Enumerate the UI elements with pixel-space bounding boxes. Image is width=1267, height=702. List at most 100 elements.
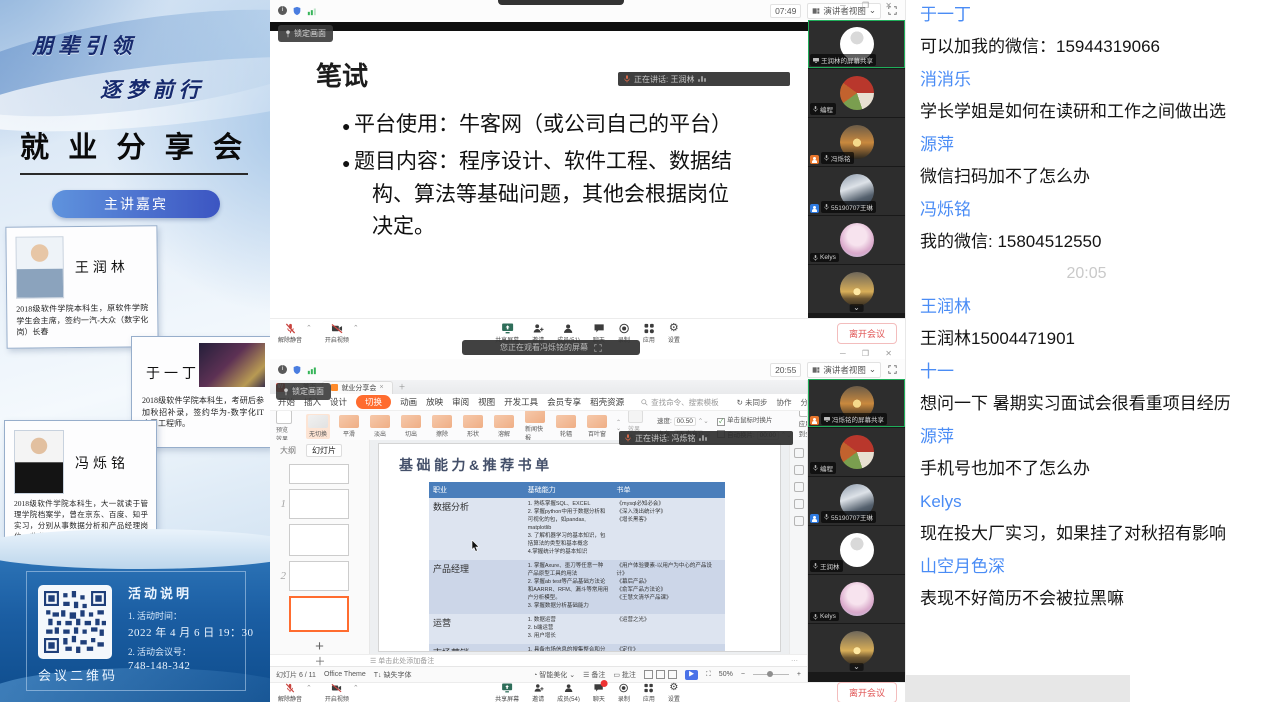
apps-button[interactable]: 应用 (643, 683, 655, 702)
participant-tile[interactable]: 55190707王琳 (808, 167, 905, 215)
view-mode-selector[interactable]: 演讲者视图⌄ (807, 362, 881, 378)
chevron-up-icon[interactable]: ⌃ (306, 324, 312, 332)
transition-shape[interactable]: 形状 (461, 414, 485, 439)
tab-animation[interactable]: 动画 (400, 396, 417, 408)
collapse-strip-icon[interactable]: ⌄ (849, 304, 864, 312)
participant-tile[interactable]: ⌄ (808, 624, 905, 672)
chevron-up-icon[interactable]: ⌃ (353, 684, 359, 692)
meeting-info-icon[interactable]: i (278, 6, 287, 15)
pin-view-chip[interactable]: 锁定画面 (276, 383, 331, 400)
tab-review[interactable]: 审阅 (452, 396, 469, 408)
notes-toggle[interactable]: ☰ 备注 (583, 670, 605, 680)
side-tool-icon[interactable] (794, 448, 804, 458)
zoom-level[interactable]: 50% (719, 671, 733, 678)
tab-slideshow[interactable]: 放映 (426, 396, 443, 408)
side-tool-icon[interactable] (794, 465, 804, 475)
new-tab-button[interactable]: ＋ (399, 382, 406, 392)
pin-view-chip[interactable]: 锁定画面 (278, 25, 333, 42)
unmute-button[interactable]: 解除静音 (278, 323, 302, 344)
zoom-in-button[interactable]: + (797, 671, 801, 678)
speed-input[interactable]: 00.50 (674, 417, 696, 426)
tab-design[interactable]: 设计 (330, 396, 347, 408)
settings-button[interactable]: ⚙ 设置 (668, 323, 680, 344)
tab-docer[interactable]: 稻壳资源 (590, 396, 624, 408)
unmute-button[interactable]: 解除静音 (278, 683, 302, 702)
participant-tile[interactable]: Kelys (808, 575, 905, 623)
transition-newsflash[interactable]: 新闻快报 (523, 411, 547, 442)
slide-thumbnail[interactable] (289, 489, 349, 519)
chevron-up-icon[interactable]: ⌃ (306, 684, 312, 692)
leave-meeting-button[interactable]: 离开会议 (837, 682, 897, 702)
participant-tile[interactable]: 王润林 (808, 526, 905, 574)
slide-thumbnail[interactable] (289, 464, 349, 484)
members-icon (563, 683, 573, 693)
invite-button[interactable]: 邀请 (532, 683, 544, 702)
notes-placeholder[interactable]: ☰ 单击此处添加备注 (370, 656, 434, 666)
slide-thumbnail-selected[interactable] (289, 596, 349, 632)
transition-fade[interactable]: 淡出 (368, 414, 392, 439)
participant-tile[interactable]: 编程 (808, 428, 905, 476)
transition-wheel[interactable]: 轮辐 (554, 414, 578, 439)
participant-tile[interactable]: Kelys (808, 216, 905, 264)
apply-to-all-button[interactable]: 应用到全部 (799, 411, 807, 442)
slide-thumbnail[interactable] (289, 524, 349, 556)
leave-meeting-button[interactable]: 离开会议 (837, 323, 897, 344)
participant-tile[interactable]: 55190707王琳 (808, 477, 905, 525)
start-video-button[interactable]: 开启视频 (325, 683, 349, 702)
collapse-strip-icon[interactable]: ⌄ (849, 663, 864, 671)
chat-button[interactable]: 聊天 (593, 683, 605, 702)
outline-tab[interactable]: 大纲 (280, 445, 296, 456)
comments-toggle[interactable]: ▭ 批注 (613, 670, 636, 680)
font-missing-warning[interactable]: T↓ 缺失字体 (374, 670, 412, 680)
tab-view[interactable]: 视图 (478, 396, 495, 408)
avatar (840, 76, 874, 110)
close-icon[interactable]: × (379, 384, 383, 391)
share-button[interactable]: 分享 (800, 397, 808, 408)
transition-cut[interactable]: 切出 (399, 414, 423, 439)
zoom-out-button[interactable]: − (741, 671, 745, 678)
fit-icon[interactable]: ⛶ (706, 671, 711, 679)
participant-tile-screen-share[interactable]: 冯烁铭的屏幕共享 (808, 379, 905, 427)
start-video-button[interactable]: 开启视频 (325, 323, 349, 344)
tab-transition[interactable]: 切换 (356, 395, 391, 409)
transition-morph[interactable]: 平滑 (337, 414, 361, 439)
settings-button[interactable]: ⚙ 设置 (668, 683, 680, 702)
participant-tile[interactable]: 编程 (808, 69, 905, 117)
zoom-slider[interactable] (753, 674, 789, 675)
sync-status[interactable]: ↻未同步 (737, 397, 768, 408)
transition-wipe[interactable]: 擦除 (430, 414, 454, 439)
record-button[interactable]: 录制 (618, 683, 630, 702)
tab-devtools[interactable]: 开发工具 (504, 396, 538, 408)
preview-effect-button[interactable]: 预览效果 (276, 411, 292, 442)
side-tool-icon[interactable] (794, 482, 804, 492)
meeting-info-icon[interactable]: i (278, 365, 287, 374)
participant-tile[interactable]: 冯烁铭 (808, 118, 905, 166)
tab-member[interactable]: 会员专享 (547, 396, 581, 408)
command-search[interactable]: 查找命令、搜索模板 (641, 397, 719, 408)
advance-on-click-checkbox[interactable]: ✓单击鼠标时换片 (717, 414, 792, 426)
chevron-up-icon[interactable]: ⌃ (353, 324, 359, 332)
window-controls[interactable]: ─ ❐ ✕ (840, 1, 899, 10)
view-switcher[interactable] (644, 670, 677, 679)
side-tool-icon[interactable] (794, 516, 804, 526)
fullscreen-icon[interactable] (888, 365, 897, 374)
apps-button[interactable]: 应用 (643, 323, 655, 344)
collaborate-button[interactable]: 协作 (776, 397, 791, 408)
document-tab[interactable]: 就业分享会 × (322, 381, 392, 394)
slide-thumbnail[interactable] (289, 561, 349, 591)
members-button[interactable]: 成员(54) (557, 683, 580, 702)
more-icon[interactable]: ⋯ (791, 656, 799, 666)
slides-tab[interactable]: 幻灯片 (306, 444, 342, 457)
share-screen-button[interactable]: 共享屏幕 (495, 683, 519, 702)
participant-tile-screen-share[interactable]: 王润林的屏幕共享 (808, 20, 905, 68)
transition-blinds[interactable]: 百叶窗 (585, 414, 609, 439)
participant-tile[interactable]: ⌄ (808, 265, 905, 313)
speaker-card: 王润林 2018级软件学院本科生，原软件学院学生会主席，签约一汽-大众（数字化岗… (5, 225, 158, 349)
fullscreen-icon[interactable] (594, 344, 602, 352)
transition-dissolve[interactable]: 溶解 (492, 414, 516, 439)
window-controls[interactable]: ─ ❐ ✕ (840, 349, 899, 358)
slideshow-play-button[interactable]: ▶ (685, 670, 698, 680)
beautify-button[interactable]: ◔ 智能美化 ⌄ (533, 670, 575, 680)
side-tool-icon[interactable] (794, 499, 804, 509)
transition-none[interactable]: 无切换 (306, 414, 330, 439)
